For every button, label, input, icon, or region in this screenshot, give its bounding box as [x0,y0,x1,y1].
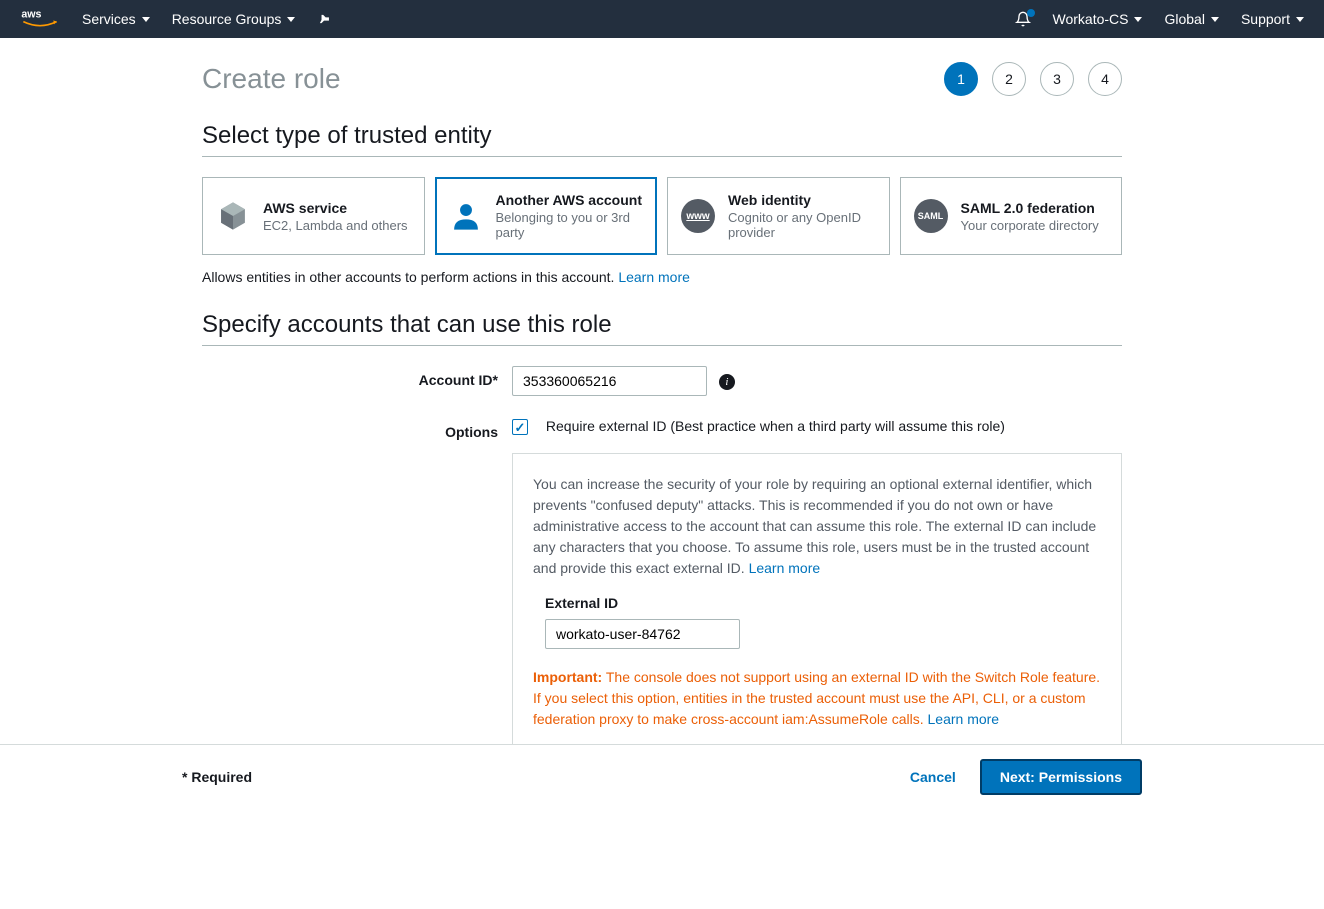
entity-subtitle: Cognito or any OpenID provider [728,210,877,240]
aws-logo[interactable]: aws [20,7,60,31]
chevron-down-icon [142,17,150,22]
external-id-panel: You can increase the security of your ro… [512,453,1122,751]
required-note: * Required [182,769,252,785]
cube-icon [215,198,251,234]
options-label: Options [202,418,512,440]
require-external-id-label: Require external ID (Best practice when … [546,418,1005,434]
page-title: Create role [202,63,341,95]
chevron-down-icon [1296,17,1304,22]
chevron-down-icon [1211,17,1219,22]
learn-more-link[interactable]: Learn more [928,711,1000,727]
saml-icon: SAML [913,198,949,234]
entity-subtitle: EC2, Lambda and others [263,218,408,233]
nav-region-label: Global [1164,11,1204,27]
external-id-input[interactable] [545,619,740,649]
step-1[interactable]: 1 [944,62,978,96]
external-id-description: You can increase the security of your ro… [533,474,1101,579]
important-label: Important: [533,669,602,685]
svg-text:aws: aws [21,9,41,21]
chevron-down-icon [287,17,295,22]
important-note: Important: The console does not support … [533,667,1101,730]
entity-card-aws-service[interactable]: AWS service EC2, Lambda and others [202,177,425,255]
nav-services[interactable]: Services [82,11,150,27]
next-permissions-button[interactable]: Next: Permissions [980,759,1142,795]
account-id-label: Account ID* [202,366,512,388]
nav-support[interactable]: Support [1241,11,1304,27]
user-icon [448,198,484,234]
nav-resource-groups[interactable]: Resource Groups [172,11,296,27]
pin-icon[interactable] [317,12,331,26]
account-id-input[interactable] [512,366,707,396]
entity-title: Another AWS account [496,192,645,208]
info-icon[interactable]: i [719,374,735,390]
notifications-icon[interactable] [1015,11,1031,27]
nav-support-label: Support [1241,11,1290,27]
section-specify-accounts-title: Specify accounts that can use this role [202,311,1122,346]
nav-account-label: Workato-CS [1053,11,1129,27]
nav-resource-groups-label: Resource Groups [172,11,282,27]
entity-caption: Allows entities in other accounts to per… [202,269,1122,285]
entity-title: SAML 2.0 federation [961,200,1099,216]
learn-more-link[interactable]: Learn more [618,269,690,285]
nav-account[interactable]: Workato-CS [1053,11,1143,27]
footer-bar: * Required Cancel Next: Permissions [0,744,1324,809]
entity-card-saml[interactable]: SAML SAML 2.0 federation Your corporate … [900,177,1123,255]
caption-text: Allows entities in other accounts to per… [202,269,618,285]
entity-card-web-identity[interactable]: www Web identity Cognito or any OpenID p… [667,177,890,255]
important-text: The console does not support using an ex… [533,669,1100,727]
top-navigation: aws Services Resource Groups Workato-CS … [0,0,1324,38]
cancel-button[interactable]: Cancel [910,769,956,785]
www-icon: www [680,198,716,234]
nav-region[interactable]: Global [1164,11,1218,27]
notification-dot [1027,9,1035,17]
section-trusted-entity-title: Select type of trusted entity [202,122,1122,157]
entity-title: Web identity [728,192,877,208]
step-indicator: 1 2 3 4 [944,62,1122,96]
entity-subtitle: Belonging to you or 3rd party [496,210,645,240]
nav-services-label: Services [82,11,136,27]
learn-more-link[interactable]: Learn more [749,560,821,576]
entity-card-another-account[interactable]: Another AWS account Belonging to you or … [435,177,658,255]
external-id-label: External ID [545,595,1101,611]
entity-subtitle: Your corporate directory [961,218,1099,233]
step-2[interactable]: 2 [992,62,1026,96]
chevron-down-icon [1134,17,1142,22]
step-4[interactable]: 4 [1088,62,1122,96]
step-3[interactable]: 3 [1040,62,1074,96]
require-external-id-checkbox[interactable] [512,419,528,435]
entity-title: AWS service [263,200,408,216]
